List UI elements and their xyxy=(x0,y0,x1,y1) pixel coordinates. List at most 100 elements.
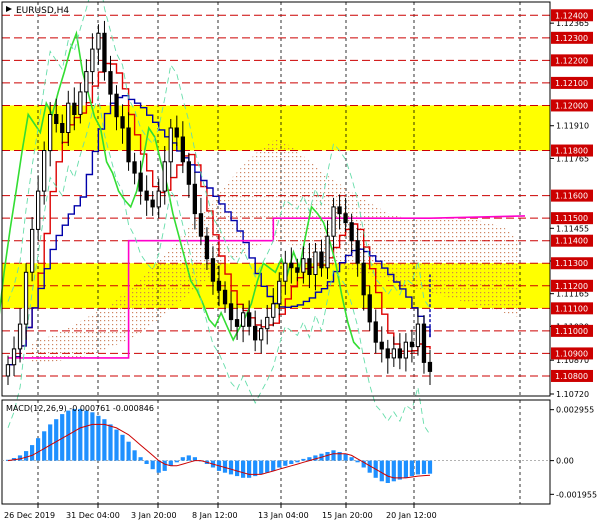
macd-bar-19 xyxy=(120,434,125,461)
macd-bar-6 xyxy=(42,431,47,461)
macd-bar-18 xyxy=(114,429,119,461)
candle-body-57 xyxy=(349,222,354,242)
candle-body-18 xyxy=(114,93,119,118)
time-label-6: 20 Jan 12:00 xyxy=(386,511,437,520)
candle-body-21 xyxy=(132,161,137,174)
macd-bar-24 xyxy=(150,460,155,470)
macd-bar-62 xyxy=(379,460,384,482)
candle-body-20 xyxy=(126,127,131,163)
candle-body-54 xyxy=(331,206,336,237)
candle-body-3 xyxy=(23,271,29,325)
level-badge-label-7: 1.11500 xyxy=(555,214,588,223)
level-badge-label-10: 1.11200 xyxy=(555,282,588,291)
candle-body-43 xyxy=(265,316,270,330)
macd-bar-26 xyxy=(162,460,167,471)
candle-body-27 xyxy=(168,127,173,163)
macd-bar-7 xyxy=(48,424,53,461)
macd-bar-31 xyxy=(192,457,197,461)
macd-bar-29 xyxy=(180,457,185,461)
candle-body-4 xyxy=(30,228,35,273)
candle-body-5 xyxy=(36,190,41,230)
macd-bar-17 xyxy=(108,424,113,461)
candle-body-70 xyxy=(427,361,433,372)
candle-body-44 xyxy=(271,303,276,318)
candle-body-19 xyxy=(120,116,125,129)
candle-body-48 xyxy=(295,267,300,273)
macd-bar-12 xyxy=(78,408,83,461)
candle-body-39 xyxy=(241,312,246,327)
macd-bar-57 xyxy=(349,457,354,461)
macd-bar-40 xyxy=(247,460,252,478)
candle-body-8 xyxy=(54,114,59,124)
macd-bar-30 xyxy=(186,455,191,461)
macd-bar-5 xyxy=(36,438,41,461)
candle-body-40 xyxy=(247,312,252,327)
candle-body-31 xyxy=(192,183,197,215)
level-badge-label-12: 1.11000 xyxy=(555,327,588,336)
macd-bar-68 xyxy=(415,460,420,475)
candle-body-23 xyxy=(144,190,149,201)
price-tick-label-3: 1.11455 xyxy=(556,224,589,233)
eurusd-chart: EURUSD,H4 1.123651.119101.117651.114551.… xyxy=(0,0,597,526)
candle-body-69 xyxy=(421,323,427,363)
level-badge-label-13: 1.10900 xyxy=(555,349,588,358)
candle-body-64 xyxy=(391,348,397,359)
macd-bar-66 xyxy=(403,460,408,478)
candle-body-67 xyxy=(409,341,415,348)
level-badge-label-14: 1.10800 xyxy=(555,372,588,381)
macd-bar-14 xyxy=(90,412,95,461)
level-badge-label-2: 1.12200 xyxy=(555,56,588,65)
candle-body-33 xyxy=(204,235,210,260)
macd-bar-48 xyxy=(295,460,300,463)
level-badge-label-8: 1.11400 xyxy=(555,237,588,246)
level-badge-label-0: 1.12400 xyxy=(555,11,588,20)
symbol-label: EURUSD,H4 xyxy=(16,6,69,16)
candle-body-26 xyxy=(162,161,167,192)
macd-bar-41 xyxy=(253,460,258,477)
candle-body-1 xyxy=(11,348,17,366)
level-badges: 1.12400 1.12300 1.12200 1.12100 1.12000 1.118… xyxy=(551,9,593,382)
time-label-0: 26 Dec 2019 xyxy=(4,511,55,520)
price-tick-label-1: 1.11910 xyxy=(556,122,589,131)
candle-body-14 xyxy=(90,48,95,73)
candle-body-65 xyxy=(397,348,403,359)
level-badge-label-4: 1.12000 xyxy=(555,101,588,110)
macd-bar-8 xyxy=(54,419,59,461)
candle-body-52 xyxy=(319,251,324,269)
macd-bar-49 xyxy=(301,458,306,461)
candle-body-9 xyxy=(60,123,65,133)
macd-bar-38 xyxy=(235,460,240,477)
candle-body-61 xyxy=(373,321,378,343)
level-badge-label-3: 1.12100 xyxy=(555,79,588,88)
candle-body-49 xyxy=(301,258,306,273)
candle-body-34 xyxy=(210,258,216,282)
time-label-2: 3 Jan 20:00 xyxy=(131,511,177,520)
price-tick-label-8: 1.10720 xyxy=(556,390,589,399)
candle-body-46 xyxy=(283,262,288,282)
candle-body-55 xyxy=(337,206,342,215)
macd-bar-42 xyxy=(259,460,264,475)
candle-body-47 xyxy=(289,262,294,269)
level-badge-label-11: 1.11100 xyxy=(555,304,588,313)
macd-bar-22 xyxy=(138,457,143,461)
time-label-4: 13 Jan 04:00 xyxy=(258,511,309,520)
macd-bar-23 xyxy=(144,460,149,464)
level-badge-label-9: 1.11300 xyxy=(555,259,588,268)
candle-body-2 xyxy=(17,323,23,350)
candle-body-10 xyxy=(66,102,71,133)
candle-body-62 xyxy=(379,341,384,350)
candle-body-53 xyxy=(325,235,330,269)
candle-body-59 xyxy=(361,262,366,296)
candle-body-66 xyxy=(403,341,409,359)
candle-body-36 xyxy=(222,289,228,305)
macd-bar-63 xyxy=(385,460,390,483)
candle-body-25 xyxy=(156,190,161,208)
candle-body-60 xyxy=(367,294,372,323)
candle-body-6 xyxy=(42,150,47,192)
macd-bar-13 xyxy=(84,410,89,461)
macd-tick-label-1: 0.00 xyxy=(556,457,574,466)
macd-bar-15 xyxy=(96,415,101,461)
time-label-5: 15 Jan 20:00 xyxy=(322,511,373,520)
candle-body-12 xyxy=(78,91,83,115)
macd-bar-21 xyxy=(132,450,137,461)
